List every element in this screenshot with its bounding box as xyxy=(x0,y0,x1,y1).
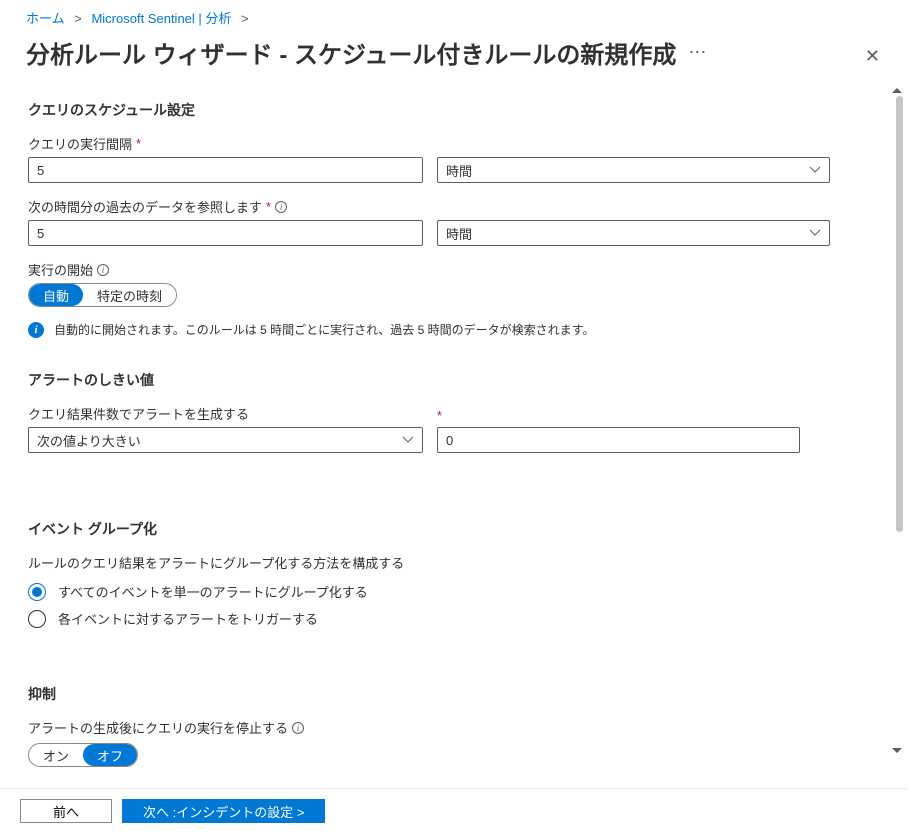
lookback-label: 次の時間分の過去のデータを参照します xyxy=(28,197,262,216)
breadcrumb-sep: > xyxy=(74,11,82,26)
interval-value-input[interactable]: 5 xyxy=(28,157,423,183)
radio-unchecked-icon xyxy=(28,610,46,628)
chevron-down-icon xyxy=(809,164,821,176)
interval-value-text: 5 xyxy=(37,163,44,178)
lookback-unit-select[interactable]: 時間 xyxy=(437,220,830,246)
breadcrumb-sentinel[interactable]: Microsoft Sentinel | 分析 xyxy=(91,11,231,26)
run-start-label: 実行の開始 xyxy=(28,260,93,279)
page-header: 分析ルール ウィザード - スケジュール付きルールの新規作成 ⋯ xyxy=(0,31,908,80)
suppression-toggle: オン オフ xyxy=(28,743,138,767)
schedule-info-text: 自動的に開始されます。このルールは 5 時間ごとに実行され、過去 5 時間のデー… xyxy=(54,321,594,338)
chevron-down-icon xyxy=(402,434,414,446)
radio-checked-icon xyxy=(28,583,46,601)
footer-bar: 前へ 次へ :インシデントの設定 > xyxy=(0,788,908,833)
section-title-grouping: イベント グループ化 xyxy=(28,519,840,539)
scroll-down-icon[interactable] xyxy=(892,748,902,753)
section-title-schedule: クエリのスケジュール設定 xyxy=(28,100,840,120)
info-icon[interactable]: i xyxy=(292,722,304,734)
close-icon[interactable]: ✕ xyxy=(865,46,880,67)
grouping-option-each[interactable]: 各イベントに対するアラートをトリガーする xyxy=(28,605,840,632)
breadcrumb-sep: > xyxy=(241,11,249,26)
threshold-label: クエリ結果件数でアラートを生成する xyxy=(28,404,249,423)
required-mark: * xyxy=(136,136,141,151)
suppression-on[interactable]: オン xyxy=(29,744,83,766)
lookback-value-input[interactable]: 5 xyxy=(28,220,423,246)
info-icon[interactable]: i xyxy=(97,264,109,276)
suppression-label: アラートの生成後にクエリの実行を停止する xyxy=(28,718,288,737)
more-icon[interactable]: ⋯ xyxy=(688,42,708,63)
lookback-value-text: 5 xyxy=(37,226,44,241)
lookback-unit-text: 時間 xyxy=(446,224,472,243)
grouping-label: ルールのクエリ結果をアラートにグループ化する方法を構成する xyxy=(28,553,404,572)
scrollbar-thumb[interactable] xyxy=(896,96,903,532)
next-button[interactable]: 次へ :インシデントの設定 > xyxy=(122,799,325,823)
grouping-single-label: すべてのイベントを単一のアラートにグループ化する xyxy=(58,582,368,601)
run-start-specific[interactable]: 特定の時刻 xyxy=(83,284,176,306)
threshold-value-input[interactable]: 0 xyxy=(437,427,800,453)
content-area: クエリのスケジュール設定 クエリの実行間隔 * 5 時間 次の時間分の過去のデー… xyxy=(0,80,908,787)
prev-button[interactable]: 前へ xyxy=(20,799,112,823)
required-mark: * xyxy=(266,199,271,214)
suppression-off[interactable]: オフ xyxy=(83,744,137,766)
section-title-suppression: 抑制 xyxy=(28,684,840,704)
breadcrumb: ホーム > Microsoft Sentinel | 分析 > xyxy=(0,0,908,31)
interval-label: クエリの実行間隔 xyxy=(28,134,132,153)
section-title-threshold: アラートのしきい値 xyxy=(28,370,840,390)
threshold-value-text: 0 xyxy=(446,433,453,448)
interval-unit-select[interactable]: 時間 xyxy=(437,157,830,183)
info-icon[interactable]: i xyxy=(275,201,287,213)
chevron-down-icon xyxy=(809,227,821,239)
run-start-auto[interactable]: 自動 xyxy=(29,284,83,306)
required-mark: * xyxy=(437,408,800,423)
info-solid-icon: i xyxy=(28,322,44,338)
breadcrumb-home[interactable]: ホーム xyxy=(26,11,65,26)
run-start-toggle: 自動 特定の時刻 xyxy=(28,283,177,307)
threshold-operator-select[interactable]: 次の値より大きい xyxy=(28,427,423,453)
page-title: 分析ルール ウィザード - スケジュール付きルールの新規作成 xyxy=(26,35,676,70)
threshold-operator-text: 次の値より大きい xyxy=(37,431,141,450)
grouping-each-label: 各イベントに対するアラートをトリガーする xyxy=(58,609,318,628)
interval-unit-text: 時間 xyxy=(446,161,472,180)
scroll-up-icon[interactable] xyxy=(892,88,902,93)
grouping-option-single[interactable]: すべてのイベントを単一のアラートにグループ化する xyxy=(28,578,840,605)
